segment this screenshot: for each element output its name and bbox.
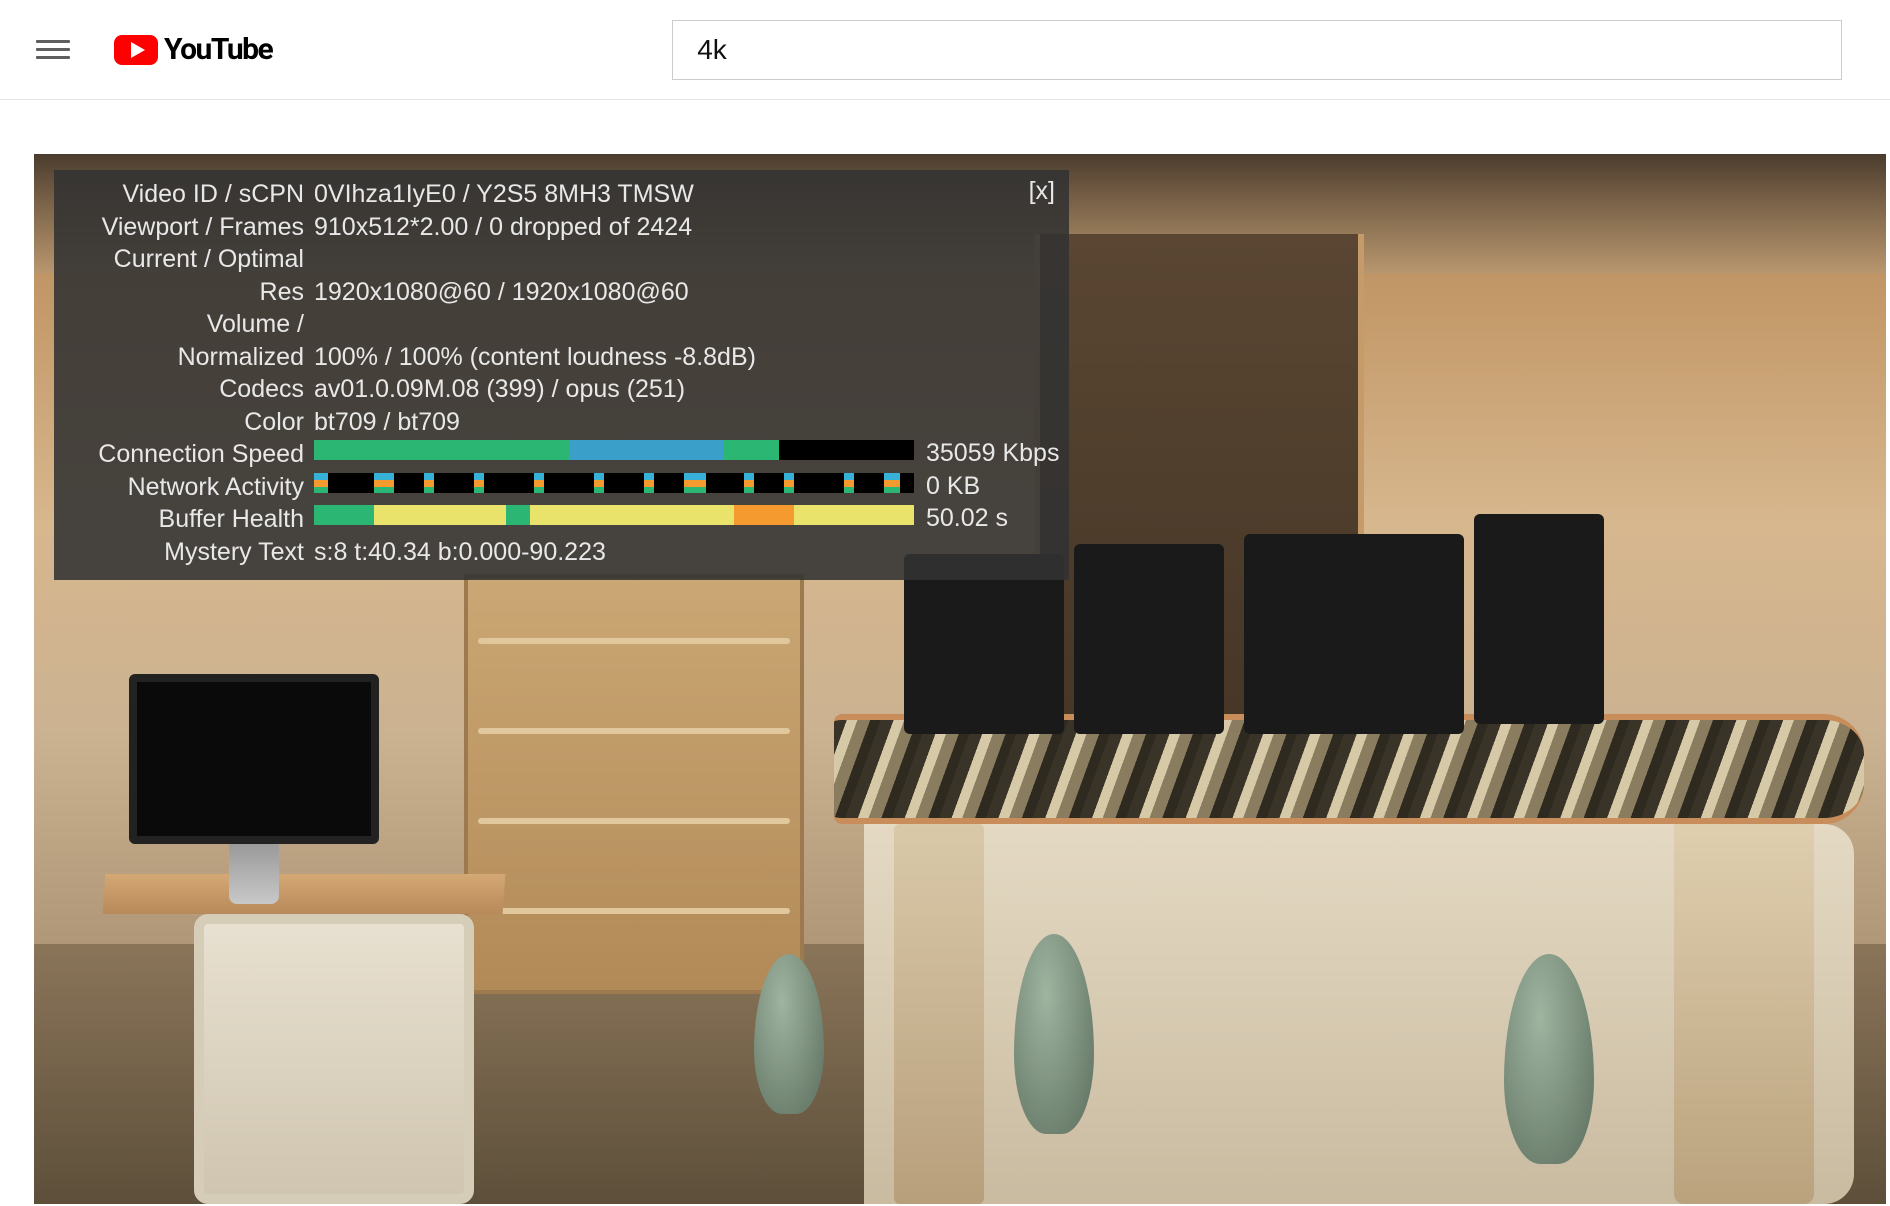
stat-label-current-optimal: Current / Optimal: [66, 243, 314, 276]
stat-value-codecs: av01.0.09M.08 (399) / opus (251): [314, 373, 1057, 406]
stat-value-network-activity: 0 KB: [926, 471, 980, 502]
search-container: [672, 20, 1842, 80]
stat-value-res: 1920x1080@60 / 1920x1080@60: [314, 276, 1057, 309]
stat-label-normalized: Normalized: [66, 341, 314, 374]
stats-for-nerds-panel: [x] Video ID / sCPN 0VIhza1IyE0 / Y2S5 8…: [54, 170, 1069, 580]
stat-label-color: Color: [66, 406, 314, 439]
stat-value-volume: [314, 308, 1057, 341]
hamburger-menu-icon[interactable]: [36, 33, 70, 67]
search-input[interactable]: [672, 20, 1842, 80]
stat-label-codecs: Codecs: [66, 373, 314, 406]
stat-label-res: Res: [66, 276, 314, 309]
play-icon: [114, 35, 158, 65]
stat-label-buffer-health: Buffer Health: [66, 503, 314, 536]
stat-value-connection-speed: 35059 Kbps: [926, 438, 1059, 469]
stat-label-mystery-text: Mystery Text: [66, 536, 314, 569]
stat-bar-network-activity: 0 KB: [314, 471, 1057, 504]
stat-value-normalized: 100% / 100% (content loudness -8.8dB): [314, 341, 1057, 374]
stat-value-buffer-health: 50.02 s: [926, 503, 1008, 534]
stat-value-color: bt709 / bt709: [314, 406, 1057, 439]
logo-text: YouTube: [164, 32, 272, 67]
video-player[interactable]: [x] Video ID / sCPN 0VIhza1IyE0 / Y2S5 8…: [34, 154, 1886, 1204]
stat-label-viewport: Viewport / Frames: [66, 211, 314, 244]
stat-bar-buffer-health: 50.02 s: [314, 503, 1057, 536]
stat-value-video-id: 0VIhza1IyE0 / Y2S5 8MH3 TMSW: [314, 178, 1057, 211]
masthead: YouTube: [0, 0, 1890, 100]
stat-value-mystery-text: s:8 t:40.34 b:0.000-90.223: [314, 536, 1057, 569]
stat-label-network-activity: Network Activity: [66, 471, 314, 504]
stat-value-viewport: 910x512*2.00 / 0 dropped of 2424: [314, 211, 1057, 244]
youtube-logo[interactable]: YouTube: [114, 32, 272, 67]
stat-value-current-optimal: [314, 243, 1057, 276]
stat-label-connection-speed: Connection Speed: [66, 438, 314, 471]
stat-label-volume: Volume /: [66, 308, 314, 341]
stats-close-button[interactable]: [x]: [1029, 176, 1055, 207]
stat-label-video-id: Video ID / sCPN: [66, 178, 314, 211]
stat-bar-connection-speed: 35059 Kbps: [314, 438, 1057, 471]
